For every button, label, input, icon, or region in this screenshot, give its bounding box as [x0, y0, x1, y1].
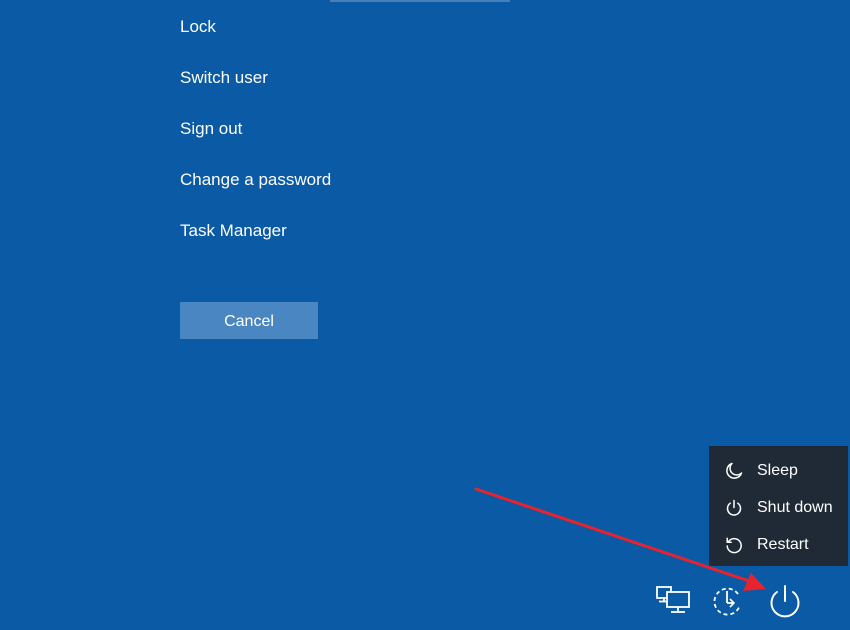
power-icon[interactable] — [767, 583, 803, 626]
network-icon[interactable] — [655, 586, 693, 621]
power-options-flyout: Sleep Shut down Restart — [709, 446, 848, 566]
switch-user-option[interactable]: Switch user — [180, 67, 331, 118]
sleep-label: Sleep — [757, 461, 798, 479]
task-manager-option[interactable]: Task Manager — [180, 220, 331, 271]
cancel-button[interactable]: Cancel — [180, 302, 318, 339]
lock-option[interactable]: Lock — [180, 16, 331, 67]
sleep-option[interactable]: Sleep — [709, 452, 848, 489]
restart-option[interactable]: Restart — [709, 526, 848, 563]
shut-down-option[interactable]: Shut down — [709, 489, 848, 526]
accessibility-icon[interactable] — [710, 584, 746, 625]
shut-down-label: Shut down — [757, 498, 833, 516]
restart-icon — [724, 535, 744, 555]
change-password-option[interactable]: Change a password — [180, 169, 331, 220]
power-icon — [724, 498, 744, 518]
security-options-menu: Lock Switch user Sign out Change a passw… — [180, 16, 331, 271]
sign-out-option[interactable]: Sign out — [180, 118, 331, 169]
restart-label: Restart — [757, 535, 809, 553]
moon-icon — [724, 461, 744, 481]
top-edge-strip — [330, 0, 510, 2]
